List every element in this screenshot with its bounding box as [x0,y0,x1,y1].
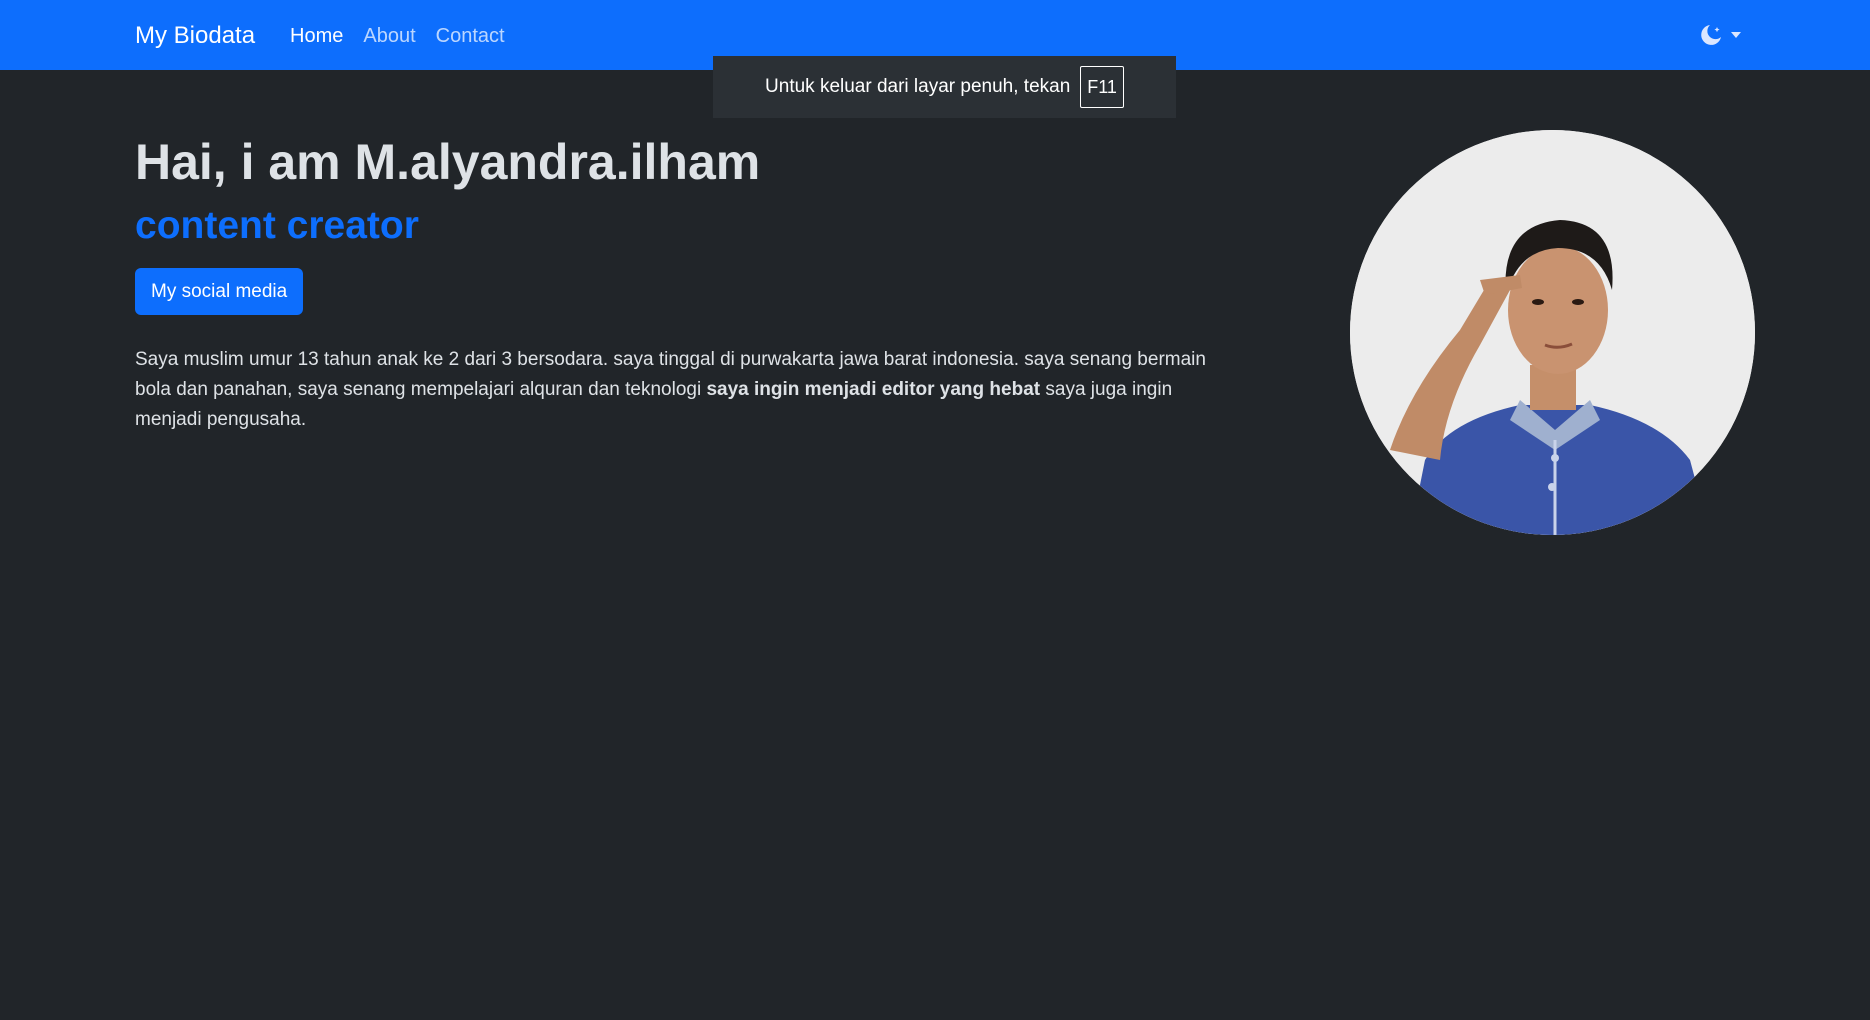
navbar-brand[interactable]: My Biodata [135,20,255,52]
social-media-button[interactable]: My social media [135,268,304,315]
moon-stars-icon [1700,23,1724,47]
nav-link-about[interactable]: About [363,24,415,48]
f11-key-badge: F11 [1080,66,1124,108]
theme-toggle-button[interactable] [1700,23,1742,47]
nav-links: Home About Contact [290,24,505,48]
nav-link-home[interactable]: Home [290,24,343,48]
bio-paragraph: Saya muslim umur 13 tahun anak ke 2 dari… [135,345,1220,435]
fullscreen-notice-text: Untuk keluar dari layar penuh, tekan [765,76,1071,97]
fullscreen-exit-notice: Untuk keluar dari layar penuh, tekan F11 [713,56,1176,118]
profile-photo [1350,130,1755,535]
bio-text-bold: saya ingin menjadi editor yang hebat [706,379,1041,400]
hero-title: Hai, i am M.alyandra.ilham [135,134,761,190]
nav-link-contact[interactable]: Contact [436,24,505,48]
hero-subtitle: content creator [135,204,419,247]
caret-down-icon [1730,29,1742,41]
